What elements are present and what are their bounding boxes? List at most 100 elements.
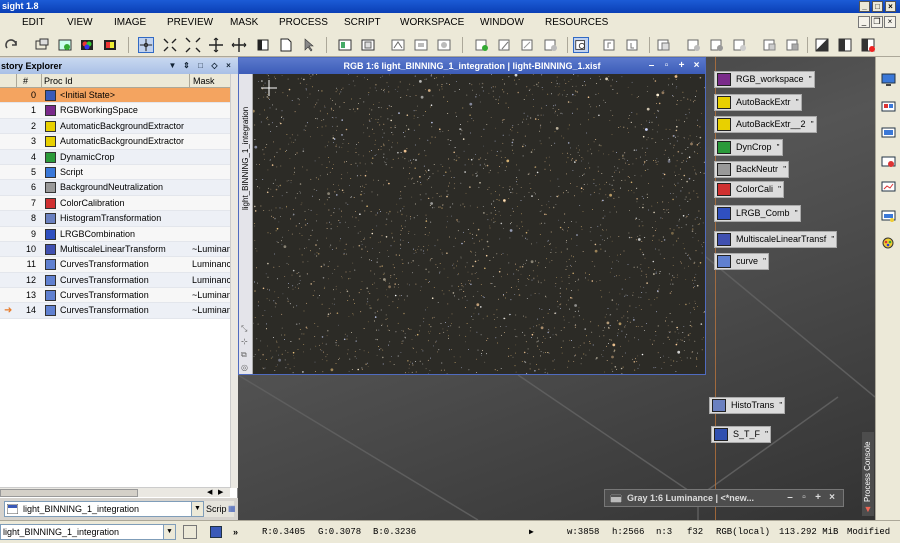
screen-red-icon[interactable]	[881, 101, 896, 115]
table-row[interactable]: 1 RGBWorkingSpace	[0, 103, 230, 119]
mask-invert-icon[interactable]	[520, 37, 536, 53]
mask-new-icon[interactable]	[474, 37, 490, 53]
color-image-icon[interactable]	[102, 37, 118, 53]
monitor-icon[interactable]	[881, 73, 896, 87]
chevron-down-icon[interactable]: ▼	[191, 501, 204, 517]
panel-menu-icon[interactable]: ▼	[168, 61, 177, 70]
preview-c-icon[interactable]	[436, 37, 452, 53]
zoom-in-icon[interactable]	[162, 37, 178, 53]
table-row[interactable]: 12 CurvesTransformation Luminanc	[0, 272, 230, 289]
history-forward-icon[interactable]	[785, 37, 801, 53]
gray-close-icon[interactable]: ×	[827, 491, 837, 505]
image-close-icon[interactable]: ×	[691, 60, 702, 72]
rgb-channels-icon[interactable]	[79, 37, 95, 53]
table-row[interactable]: 7 ColorCalibration	[0, 195, 230, 212]
menu-window[interactable]: WINDOW	[480, 17, 524, 28]
image-stats-icon[interactable]	[881, 181, 896, 195]
color-swatch[interactable]	[210, 526, 222, 538]
process-icon-lrgb-comb[interactable]: LRGB_Comb "	[714, 205, 801, 222]
gray-luminance-window[interactable]: Gray 1:6 Luminance | <*new... – ▫ + ×	[604, 489, 844, 507]
process-icon-backneutr[interactable]: BackNeutr "	[714, 161, 790, 178]
properties-icon[interactable]	[732, 37, 748, 53]
mask-up-icon[interactable]	[602, 37, 618, 53]
panel-shade-icon[interactable]: ◇	[210, 61, 219, 70]
menu-view[interactable]: VIEW	[67, 17, 93, 28]
zoom-out-icon[interactable]	[185, 37, 201, 53]
process-console-tab[interactable]: Process Console	[862, 432, 874, 512]
chevron-down-icon[interactable]: ▼	[163, 524, 176, 540]
panel-close-icon[interactable]: ×	[224, 61, 233, 70]
script-tab[interactable]: Scrip ▦	[204, 501, 236, 517]
zoom-1-1-icon[interactable]	[255, 37, 271, 53]
history-icon[interactable]	[34, 37, 50, 53]
menu-image[interactable]: IMAGE	[114, 17, 146, 28]
table-row[interactable]: 3 AutomaticBackgroundExtractor	[0, 134, 230, 150]
image-minimize-icon[interactable]: –	[646, 60, 657, 72]
table-row[interactable]: 13 CurvesTransformation ~Luminanc	[0, 288, 230, 304]
copy-icon[interactable]: ⧉	[241, 350, 247, 360]
gray-maximize-icon[interactable]: +	[813, 491, 823, 505]
readout-mode-icon[interactable]	[138, 37, 154, 53]
process-icon-histotrans[interactable]: HistoTrans "	[709, 397, 786, 414]
table-row[interactable]: 9 LRGBCombination	[0, 226, 230, 242]
status-view-selector[interactable]: light_BINNING_1_integration	[0, 524, 176, 540]
menu-edit[interactable]: EDIT	[22, 17, 45, 28]
horizontal-scrollbar[interactable]: ◀ ▶	[0, 487, 230, 497]
image-maximize-icon[interactable]: +	[676, 60, 687, 72]
show-mask-icon[interactable]	[573, 37, 589, 53]
column-num[interactable]: #	[23, 76, 28, 86]
mask-down-icon[interactable]	[625, 37, 641, 53]
minimize-button[interactable]: _	[859, 1, 870, 12]
scroll-right-icon[interactable]: ▶	[218, 488, 223, 496]
pointer-icon[interactable]	[301, 37, 317, 53]
view-menu-button[interactable]	[183, 525, 197, 539]
panel-pin-icon[interactable]: □	[196, 61, 205, 70]
column-mask[interactable]: Mask	[193, 76, 215, 86]
table-row[interactable]: 11 CurvesTransformation Luminanc	[0, 257, 230, 273]
menu-workspace[interactable]: WORKSPACE	[400, 17, 464, 28]
fit-view-icon[interactable]	[231, 37, 247, 53]
menu-process[interactable]: PROCESS	[279, 17, 328, 28]
process-icon-autobackextr[interactable]: AutoBackExtr "	[714, 94, 802, 111]
stf-auto-icon[interactable]	[860, 37, 876, 53]
mask-remove-icon[interactable]	[543, 37, 559, 53]
history-view-selector[interactable]: light_BINNING_1_integration	[4, 501, 204, 517]
panel-float-icon[interactable]: ⇕	[182, 61, 191, 70]
process-icon-s-t-f[interactable]: S_T_F "	[711, 426, 772, 443]
duplicate-icon[interactable]	[686, 37, 702, 53]
play-icon[interactable]: ▶	[529, 527, 534, 537]
process-icon-curve[interactable]: curve "	[714, 253, 770, 270]
table-row[interactable]: 0 <Initial State>	[0, 88, 230, 104]
gray-minimize-icon[interactable]: –	[785, 491, 795, 505]
process-icon-autobackextr-2[interactable]: AutoBackExtr__2 "	[714, 116, 817, 133]
gear-palette-icon[interactable]	[881, 236, 896, 250]
mdi-close-icon[interactable]: ×	[884, 16, 896, 28]
vertical-scrollbar[interactable]	[230, 74, 238, 488]
scroll-left-icon[interactable]: ◀	[207, 488, 212, 496]
process-icon-dyncrop[interactable]: DynCrop "	[714, 139, 783, 156]
link-icon[interactable]: ⤡	[241, 324, 247, 334]
edit-preview-icon[interactable]	[360, 37, 376, 53]
table-row[interactable]: 6 BackgroundNeutralization	[0, 180, 230, 196]
page-icon[interactable]	[278, 37, 294, 53]
table-row[interactable]: 8 HistogramTransformation	[0, 211, 230, 227]
table-row[interactable]: ➜ 14 CurvesTransformation ~Luminanc	[0, 303, 230, 319]
menu-resources[interactable]: RESOURCES	[545, 17, 608, 28]
expand-icon[interactable]: »	[233, 527, 238, 537]
image-red-icon[interactable]	[881, 156, 896, 170]
mdi-minimize-icon[interactable]: _	[858, 16, 870, 28]
image-shade-icon[interactable]: ▫	[661, 60, 672, 72]
preview-a-icon[interactable]	[390, 37, 406, 53]
menu-preview[interactable]: PREVIEW	[167, 17, 213, 28]
table-row[interactable]: 10 MultiscaleLinearTransform ~Luminanc	[0, 241, 230, 258]
table-row[interactable]: 2 AutomaticBackgroundExtractor	[0, 118, 230, 135]
process-icon-colorcali[interactable]: ColorCali "	[714, 181, 785, 198]
image-window-side-tab[interactable]: light_BINNING_1_integration ⤡ ⊹ ⧉ ◎	[239, 74, 253, 374]
gray-shade-icon[interactable]: ▫	[799, 491, 809, 505]
process-icon-rgb-workspace[interactable]: RGB_workspace "	[714, 71, 815, 88]
clone-icon[interactable]	[656, 37, 672, 53]
screen-yellow-icon[interactable]	[881, 210, 896, 224]
process-console-icon[interactable]: ▼	[862, 504, 874, 516]
menu-mask[interactable]: MASK	[230, 17, 258, 28]
preview-b-icon[interactable]	[413, 37, 429, 53]
